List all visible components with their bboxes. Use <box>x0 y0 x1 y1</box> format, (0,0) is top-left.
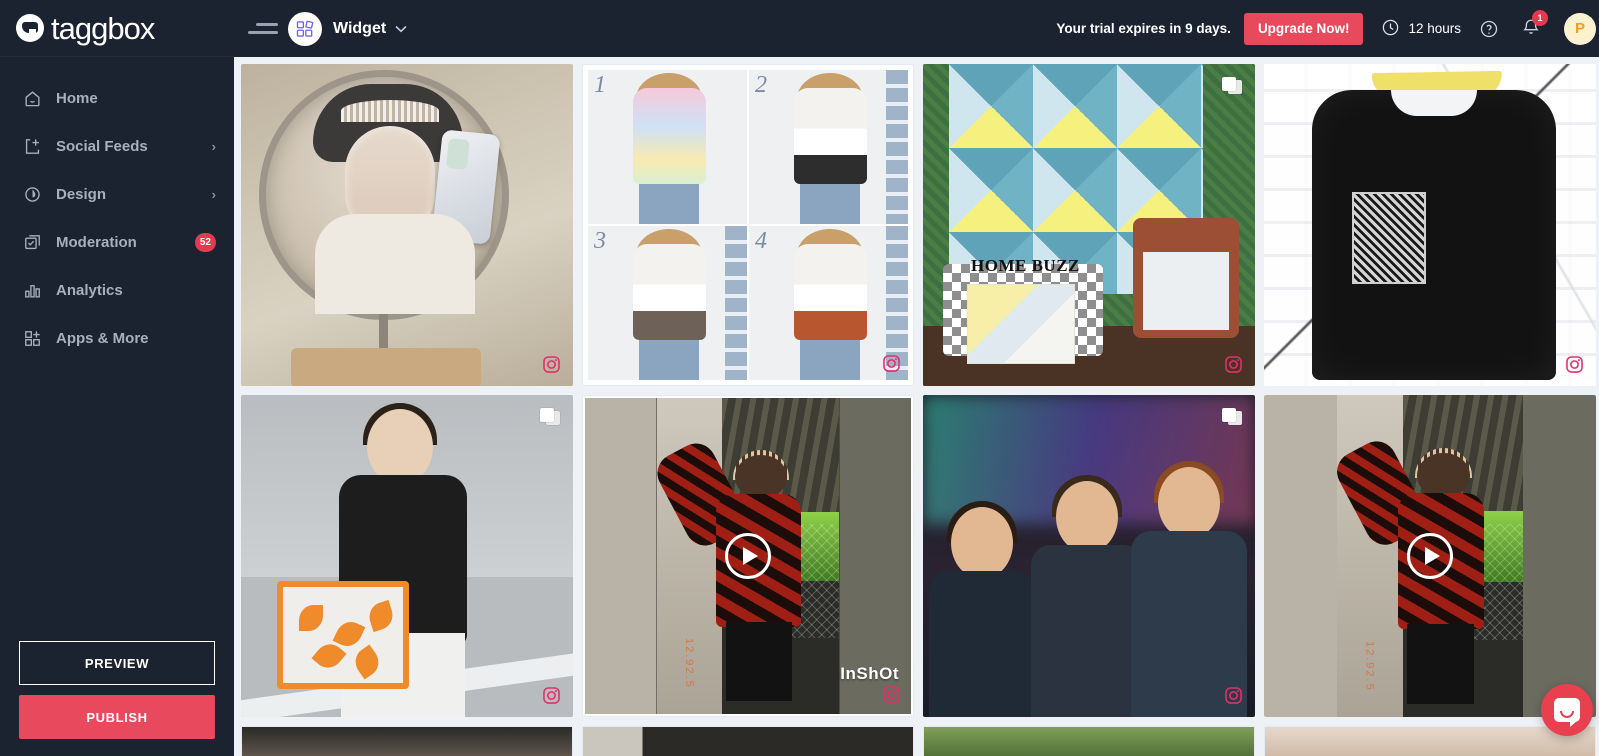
instagram-icon <box>542 355 561 374</box>
post-card[interactable] <box>241 395 573 717</box>
sidebar-item-design[interactable]: Design › <box>0 170 234 218</box>
home-icon <box>22 88 42 108</box>
post-card[interactable] <box>1264 64 1596 386</box>
taggbox-logo-icon <box>16 14 44 42</box>
main-area: Widget Your trial expires in 9 days. Upg… <box>234 0 1599 756</box>
instagram-icon <box>542 686 561 705</box>
sidebar-nav: Home Social Feeds › Design › Moderation … <box>0 57 234 641</box>
widget-shapes-icon[interactable] <box>288 11 322 46</box>
sidebar-item-label: Moderation <box>56 233 137 251</box>
post-thumbnail <box>241 395 573 717</box>
clock-icon <box>1381 18 1400 40</box>
instagram-icon <box>1565 355 1584 374</box>
trial-status-text: Your trial expires in 9 days. <box>1056 21 1231 36</box>
moderation-grid-scroll[interactable]: 1 2 3 4 HOME BUZZ 12.92.5 InShOt 12.92.5 <box>234 57 1599 756</box>
sidebar-item-label: Design <box>56 185 107 203</box>
brand-logo[interactable]: taggbox <box>0 0 234 57</box>
sidebar-actions: PREVIEW PUBLISH <box>0 641 234 756</box>
instagram-icon <box>1224 355 1243 374</box>
post-card[interactable]: HOME BUZZ <box>923 64 1255 386</box>
widget-title[interactable]: Widget <box>333 20 386 38</box>
carousel-icon <box>540 408 560 428</box>
image-overlay-text: HOME BUZZ <box>971 256 1080 275</box>
panel-number: 1 <box>594 72 606 98</box>
avatar[interactable]: P <box>1564 12 1596 45</box>
bar-chart-icon <box>22 280 42 300</box>
post-card[interactable]: 1 2 3 4 <box>582 64 914 386</box>
video-watermark: InShOt <box>840 664 899 683</box>
brand-name: taggbox <box>51 10 155 46</box>
sidebar-item-label: Analytics <box>56 281 123 299</box>
top-bar-right: Your trial expires in 9 days. Upgrade No… <box>1056 9 1596 45</box>
hamburger-menu-icon[interactable] <box>248 17 278 41</box>
sidebar-item-social-feeds[interactable]: Social Feeds › <box>0 122 234 170</box>
post-thumbnail: HOME BUZZ <box>923 64 1255 386</box>
post-card[interactable] <box>241 726 573 756</box>
intercom-chat-icon[interactable] <box>1541 684 1593 736</box>
droplet-icon <box>22 184 42 204</box>
notification-count-badge: 1 <box>1532 9 1548 26</box>
instagram-icon <box>882 354 901 373</box>
post-thumbnail: 1 2 3 4 <box>585 67 911 383</box>
post-thumbnail <box>241 64 573 386</box>
sidebar-item-home[interactable]: Home <box>0 74 234 122</box>
apps-grid-icon <box>22 328 42 348</box>
post-card[interactable]: 12.92.5 <box>1264 395 1596 717</box>
notifications-bell[interactable]: 1 <box>1521 9 1548 42</box>
sidebar-item-label: Home <box>56 89 98 107</box>
moderation-count-badge: 52 <box>194 232 216 252</box>
post-thumbnail <box>1264 64 1596 386</box>
panel-number: 4 <box>755 228 767 254</box>
post-card[interactable]: 12.92.5 InShOt <box>582 395 914 717</box>
app-root: taggbox Home Social Feeds › Design › Mod… <box>0 0 1599 756</box>
top-bar: Widget Your trial expires in 9 days. Upg… <box>234 0 1599 57</box>
post-grid-next-row <box>241 726 1599 756</box>
instagram-icon <box>1224 686 1243 705</box>
chevron-right-icon: › <box>211 186 216 202</box>
remaining-hours[interactable]: 12 hours <box>1381 18 1461 40</box>
preview-button[interactable]: PREVIEW <box>19 641 215 685</box>
post-card[interactable] <box>923 395 1255 717</box>
play-video-button[interactable] <box>1407 533 1453 579</box>
instagram-icon <box>882 685 901 704</box>
help-circle-icon[interactable] <box>1479 19 1499 39</box>
post-card[interactable] <box>582 726 914 756</box>
chevron-right-icon: › <box>211 138 216 154</box>
post-card[interactable] <box>923 726 1255 756</box>
panel-number: 2 <box>755 72 767 98</box>
chevron-down-icon[interactable] <box>395 22 407 36</box>
sidebar-item-apps-more[interactable]: Apps & More <box>0 314 234 362</box>
add-feed-icon <box>22 136 42 156</box>
hours-label: 12 hours <box>1408 21 1461 36</box>
carousel-icon <box>1222 408 1242 428</box>
play-video-button[interactable] <box>725 533 771 579</box>
post-grid: 1 2 3 4 HOME BUZZ 12.92.5 InShOt 12.92.5 <box>241 64 1599 717</box>
sidebar-item-label: Social Feeds <box>56 137 148 155</box>
upgrade-now-button[interactable]: Upgrade Now! <box>1243 12 1364 45</box>
panel-number: 3 <box>594 228 606 254</box>
post-thumbnail <box>923 395 1255 717</box>
sidebar: taggbox Home Social Feeds › Design › Mod… <box>0 0 234 756</box>
post-card[interactable] <box>241 64 573 386</box>
publish-button[interactable]: PUBLISH <box>19 695 215 739</box>
sidebar-item-moderation[interactable]: Moderation 52 <box>0 218 234 266</box>
carousel-icon <box>1222 77 1242 97</box>
sidebar-item-label: Apps & More <box>56 329 149 347</box>
moderation-icon <box>22 232 42 252</box>
sidebar-item-analytics[interactable]: Analytics <box>0 266 234 314</box>
post-card[interactable] <box>1264 726 1596 756</box>
